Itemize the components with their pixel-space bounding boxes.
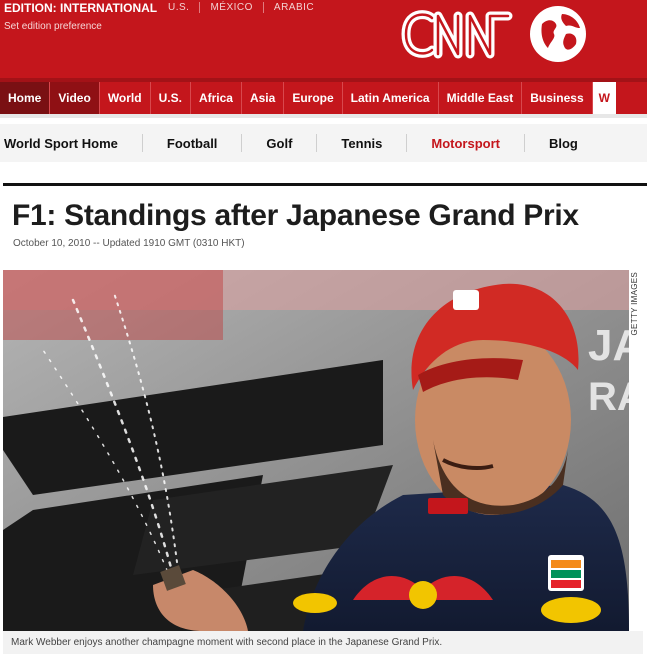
nav-shadow bbox=[0, 114, 647, 118]
edition-link-us[interactable]: U.S. bbox=[158, 2, 199, 13]
nav-item-us[interactable]: U.S. bbox=[151, 82, 191, 114]
edition-link-arabic[interactable]: ARABIC bbox=[262, 2, 324, 13]
nav-item-africa[interactable]: Africa bbox=[191, 82, 242, 114]
header-bar: EDITION: INTERNATIONAL U.S. MÉXICO ARABI… bbox=[0, 0, 647, 82]
edition-link-mexico[interactable]: MÉXICO bbox=[199, 2, 262, 13]
sport-nav-football[interactable]: Football bbox=[141, 134, 242, 152]
sport-nav-blog[interactable]: Blog bbox=[523, 134, 602, 152]
sport-nav-tennis[interactable]: Tennis bbox=[316, 134, 406, 152]
nav-item-europe[interactable]: Europe bbox=[284, 82, 343, 114]
sport-nav-world-sport-home[interactable]: World Sport Home bbox=[0, 134, 142, 152]
headline-rule bbox=[3, 183, 647, 186]
nav-item-truncated[interactable]: W bbox=[592, 82, 616, 114]
set-edition-preference-link[interactable]: Set edition preference bbox=[4, 21, 102, 32]
podium-photo-illustration: JA RA bbox=[3, 270, 629, 631]
edition-label: EDITION: bbox=[4, 1, 57, 15]
nav-item-latin-america[interactable]: Latin America bbox=[343, 82, 439, 114]
article-photo: JA RA bbox=[3, 270, 629, 631]
sport-nav-motorsport[interactable]: Motorsport bbox=[406, 134, 524, 152]
globe-icon bbox=[530, 6, 586, 62]
edition-links: U.S. MÉXICO ARABIC bbox=[158, 2, 324, 13]
article-dateline: October 10, 2010 -- Updated 1910 GMT (03… bbox=[13, 238, 245, 249]
sport-nav-golf[interactable]: Golf bbox=[241, 134, 316, 152]
sport-subnav: World Sport Home Football Golf Tennis Mo… bbox=[0, 124, 647, 162]
edition-value[interactable]: INTERNATIONAL bbox=[60, 1, 157, 15]
nav-item-world[interactable]: World bbox=[100, 82, 151, 114]
nav-item-video[interactable]: Video bbox=[50, 82, 100, 114]
svg-text:JA: JA bbox=[588, 321, 629, 370]
nav-item-business[interactable]: Business bbox=[522, 82, 593, 114]
photo-credit: GETTY IMAGES bbox=[629, 270, 643, 360]
svg-text:RA: RA bbox=[588, 375, 629, 419]
nav-item-asia[interactable]: Asia bbox=[242, 82, 285, 114]
main-nav: Home Video World U.S. Africa Asia Europe… bbox=[0, 82, 647, 114]
photo-caption: Mark Webber enjoys another champagne mom… bbox=[11, 637, 443, 648]
photo-credit-text: GETTY IMAGES bbox=[630, 272, 639, 336]
cnn-logo[interactable] bbox=[398, 4, 516, 64]
edition-selector[interactable]: EDITION: INTERNATIONAL bbox=[4, 1, 157, 15]
nav-item-home[interactable]: Home bbox=[0, 82, 51, 114]
article-headline: F1: Standings after Japanese Grand Prix bbox=[12, 199, 579, 232]
nav-item-middle-east[interactable]: Middle East bbox=[439, 82, 523, 114]
